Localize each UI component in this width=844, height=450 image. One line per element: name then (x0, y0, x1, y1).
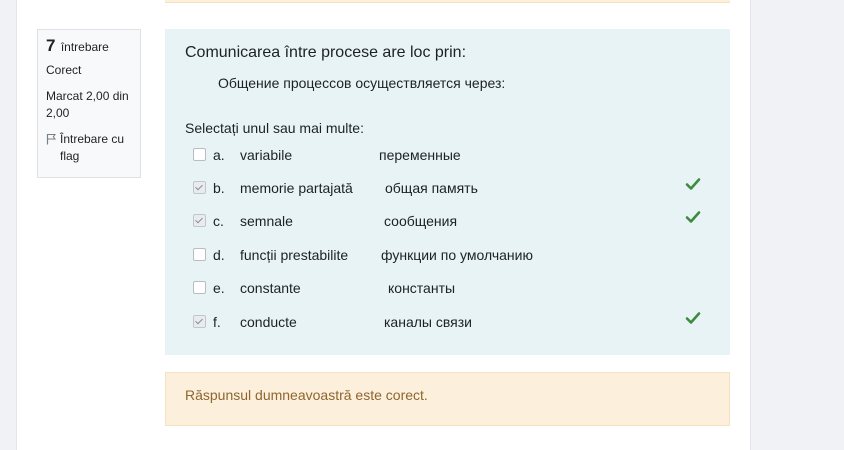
answer-feedback: Răspunsul dumneavoastră este corect. (165, 372, 730, 426)
flag-outline-icon (46, 133, 57, 150)
answer-label-ro: variabile (240, 147, 293, 163)
question-grade: Marcat 2,00 din 2,00 (46, 89, 129, 120)
answer-prompt: Selectați unul sau mai multe: (185, 120, 364, 136)
left-divider (16, 0, 17, 450)
correct-check-icon (685, 211, 701, 223)
answer-option-d[interactable]: d. funcții prestabilite функции по умолч… (193, 245, 703, 265)
answer-letter: b. (213, 180, 225, 196)
answer-letter: a. (213, 147, 225, 163)
answer-checkbox-checked[interactable] (193, 315, 206, 328)
answer-checkbox[interactable] (193, 248, 206, 261)
answer-label-ru: функции по умолчанию (381, 247, 533, 263)
correct-check-icon (685, 312, 701, 324)
answer-label-ru: сообщения (384, 213, 458, 229)
answer-label-ro: conducte (240, 314, 297, 330)
answer-label-ru: константы (388, 280, 456, 296)
question-state: Corect (46, 63, 82, 77)
answer-label-ro: funcții prestabilite (240, 247, 349, 263)
answer-letter: f. (213, 314, 221, 330)
question-number: 7 (46, 36, 56, 55)
flag-question-toggle[interactable]: Întrebare cu flag (46, 131, 132, 165)
answer-checkbox-checked[interactable] (193, 214, 206, 227)
answer-letter: c. (213, 213, 224, 229)
question-text: Comunicarea între procese are loc prin: (185, 44, 467, 61)
answer-option-a[interactable]: a. variabile переменные (193, 145, 703, 165)
question-info-panel: 7 întrebare Corect Marcat 2,00 din 2,00 … (37, 29, 141, 178)
question-number-line: 7 întrebare (46, 37, 132, 56)
left-gutter (0, 0, 16, 450)
question-formulation: Comunicarea între procese are loc prin: … (165, 29, 730, 355)
question-text-russian: Общение процессов осуществляется через: (218, 75, 506, 91)
answer-checkbox[interactable] (193, 281, 206, 294)
answer-option-b[interactable]: b. memorie partajată общая память (193, 178, 703, 198)
answer-label-ro: constante (240, 280, 301, 296)
answer-label-ru: общая память (385, 180, 478, 196)
answer-option-c[interactable]: c. semnale сообщения (193, 211, 703, 231)
answer-option-f[interactable]: f. conducte каналы связи (193, 312, 703, 332)
answer-letter: e. (213, 280, 225, 296)
answer-label-ro: memorie partajată (240, 180, 353, 196)
answer-label-ru: переменные (379, 147, 461, 163)
flag-question-label: Întrebare cu flag (60, 132, 125, 163)
question-number-label: întrebare (60, 40, 109, 54)
answer-checkbox[interactable] (193, 148, 206, 161)
previous-question-feedback (165, 0, 730, 3)
answer-checkbox-checked[interactable] (193, 181, 206, 194)
correct-check-icon (685, 178, 701, 190)
feedback-text: Răspunsul dumneavoastră este corect. (185, 387, 428, 403)
answer-option-e[interactable]: e. constante константы (193, 278, 703, 298)
answer-label-ru: каналы связи (384, 314, 472, 330)
answer-letter: d. (213, 247, 225, 263)
answer-label-ro: semnale (240, 213, 293, 229)
right-gutter (751, 0, 844, 450)
